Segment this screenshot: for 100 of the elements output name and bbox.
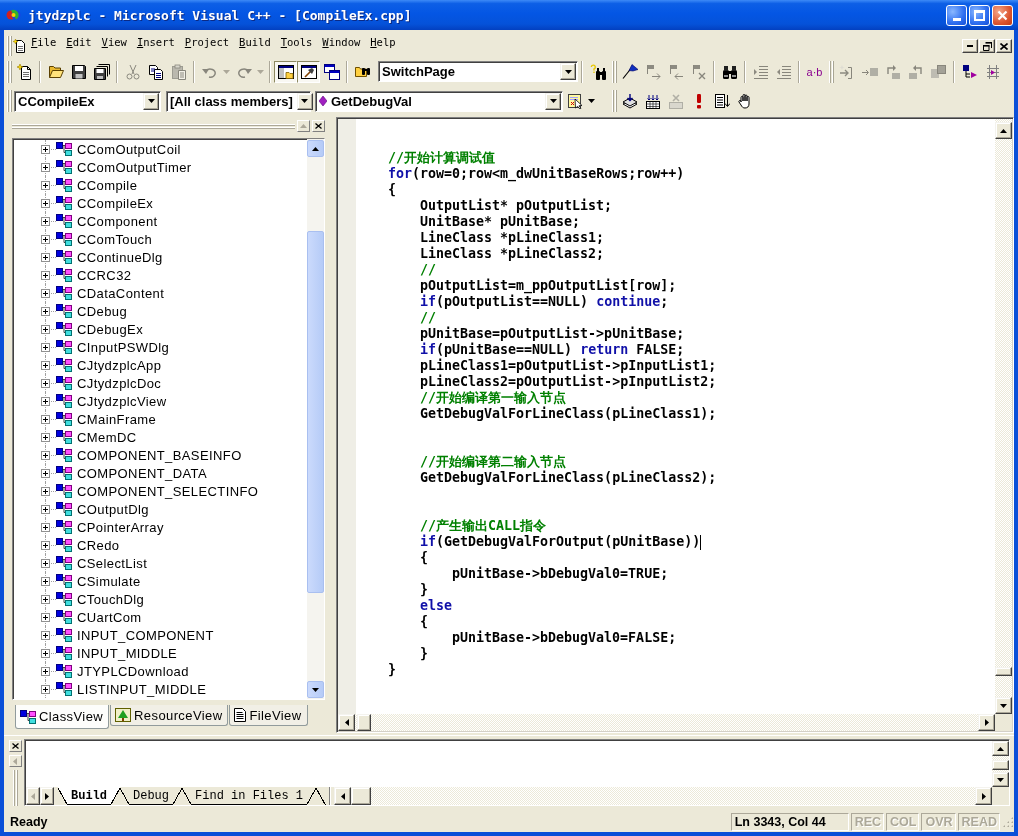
class-name[interactable]: CInputPSWDlg: [77, 339, 170, 355]
plus-box-icon[interactable]: [40, 288, 50, 298]
scroll-up-button[interactable]: [307, 140, 324, 157]
panel-tab[interactable]: FileView: [229, 705, 308, 726]
plus-box-icon[interactable]: [40, 396, 50, 406]
menu-item[interactable]: Help: [365, 36, 401, 56]
class-name[interactable]: CCompile: [77, 177, 138, 193]
plus-box-icon[interactable]: [40, 144, 50, 154]
class-name[interactable]: CComponent: [77, 213, 158, 229]
output-tab[interactable]: Build: [58, 787, 120, 805]
menu-item[interactable]: Build: [234, 36, 276, 56]
minimize-button[interactable]: [946, 4, 967, 26]
plus-box-icon[interactable]: [40, 450, 50, 460]
scrollbar[interactable]: [338, 714, 995, 731]
class-name[interactable]: CJtydzplcApp: [77, 357, 162, 373]
panel-maximize-button[interactable]: [297, 120, 310, 132]
plus-box-icon[interactable]: [40, 180, 50, 190]
document-close-button[interactable]: [996, 39, 1012, 53]
scroll-right-button[interactable]: [978, 714, 995, 731]
tab-scroll-button[interactable]: [40, 787, 54, 805]
plus-box-icon[interactable]: [40, 252, 50, 262]
class-name[interactable]: CJtydzplcView: [77, 393, 167, 409]
menu-item[interactable]: Edit: [61, 36, 97, 56]
plus-box-icon[interactable]: [40, 234, 50, 244]
menu-item[interactable]: Window: [317, 36, 366, 56]
menu-item[interactable]: Insert: [131, 36, 180, 56]
class-name[interactable]: LISTINPUT_MIDDLE: [77, 681, 207, 697]
class-name[interactable]: CJtydzplcDoc: [77, 375, 162, 391]
plus-box-icon[interactable]: [40, 666, 50, 676]
pane-close-button[interactable]: [8, 740, 22, 752]
plus-box-icon[interactable]: [40, 306, 50, 316]
toolbar-grip[interactable]: [829, 60, 835, 83]
scrollbar[interactable]: [307, 139, 324, 699]
menu-item[interactable]: Tools: [275, 36, 318, 56]
plus-box-icon[interactable]: [40, 198, 50, 208]
combo-box[interactable]: GetDebugVal: [315, 90, 563, 112]
class-name[interactable]: COMPONENT_DATA: [77, 465, 208, 481]
plus-box-icon[interactable]: [40, 504, 50, 514]
class-name[interactable]: CUartCom: [77, 609, 142, 625]
class-name[interactable]: CContinueDlg: [77, 249, 163, 265]
plus-box-icon[interactable]: [40, 342, 50, 352]
whitespace-toggle-button[interactable]: a·b: [803, 60, 826, 83]
plus-box-icon[interactable]: [40, 594, 50, 604]
class-name[interactable]: JTYPLCDownload: [77, 663, 189, 679]
class-name[interactable]: CMainFrame: [77, 411, 157, 427]
panel-tab[interactable]: ClassView: [15, 705, 110, 729]
class-name[interactable]: CPointerArray: [77, 519, 164, 535]
class-name[interactable]: COutputDlg: [77, 501, 149, 517]
plus-box-icon[interactable]: [40, 576, 50, 586]
dropdown-button[interactable]: [545, 92, 561, 110]
class-name[interactable]: CSimulate: [77, 573, 141, 589]
class-name[interactable]: INPUT_COMPONENT: [77, 627, 214, 643]
output-tab[interactable]: Debug: [120, 787, 183, 805]
class-name[interactable]: CComOutputTimer: [77, 159, 192, 175]
maximize-button[interactable]: [969, 4, 990, 26]
plus-box-icon[interactable]: [40, 612, 50, 622]
plus-box-icon[interactable]: [40, 432, 50, 442]
class-name[interactable]: COMPONENT_SELECTINFO: [77, 483, 259, 499]
plus-box-icon[interactable]: [40, 540, 50, 550]
class-name[interactable]: CRedo: [77, 537, 120, 553]
document-restore-button[interactable]: [979, 39, 995, 53]
plus-box-icon[interactable]: [40, 684, 50, 694]
combo-box[interactable]: SwitchPage: [378, 61, 578, 82]
toolbar-grip[interactable]: [7, 60, 13, 83]
class-name[interactable]: CTouchDlg: [77, 591, 145, 607]
plus-box-icon[interactable]: [40, 558, 50, 568]
workspace-toggle-button[interactable]: [274, 60, 297, 83]
output-toggle-button[interactable]: [297, 60, 320, 83]
dropdown-button[interactable]: [143, 92, 159, 110]
plus-box-icon[interactable]: [40, 378, 50, 388]
class-name[interactable]: CDebug: [77, 303, 128, 319]
toolbar-grip[interactable]: [7, 36, 13, 56]
plus-box-icon[interactable]: [40, 468, 50, 478]
toolbar-grip[interactable]: [612, 90, 618, 112]
menu-item[interactable]: View: [96, 36, 132, 56]
plus-box-icon[interactable]: [40, 270, 50, 280]
plus-box-icon[interactable]: [40, 486, 50, 496]
class-name[interactable]: CComOutputCoil: [77, 141, 181, 157]
combo-box[interactable]: CCompileEx: [14, 90, 161, 112]
dropdown-button[interactable]: [560, 63, 576, 80]
scroll-right-button[interactable]: [975, 787, 992, 805]
plus-box-icon[interactable]: [40, 324, 50, 334]
plus-box-icon[interactable]: [40, 522, 50, 532]
dropdown-button[interactable]: [296, 92, 313, 110]
toolbar-grip[interactable]: [612, 60, 618, 83]
panel-close-button[interactable]: [312, 120, 325, 132]
close-button[interactable]: [992, 4, 1013, 26]
menu-item[interactable]: File: [26, 36, 62, 56]
class-name[interactable]: CMemDC: [77, 429, 137, 445]
scrollbar[interactable]: [334, 787, 992, 805]
class-name[interactable]: CCompileEx: [77, 195, 154, 211]
class-name[interactable]: CDataContent: [77, 285, 165, 301]
class-name[interactable]: COMPONENT_BASEINFO: [77, 447, 242, 463]
panel-tab[interactable]: ResourceView: [110, 705, 229, 726]
plus-box-icon[interactable]: [40, 414, 50, 424]
combo-box[interactable]: [All class members]: [166, 90, 311, 112]
scroll-left-button[interactable]: [338, 714, 355, 731]
plus-box-icon[interactable]: [40, 162, 50, 172]
scroll-down-button[interactable]: [307, 681, 324, 698]
scroll-thumb[interactable]: [307, 231, 324, 593]
